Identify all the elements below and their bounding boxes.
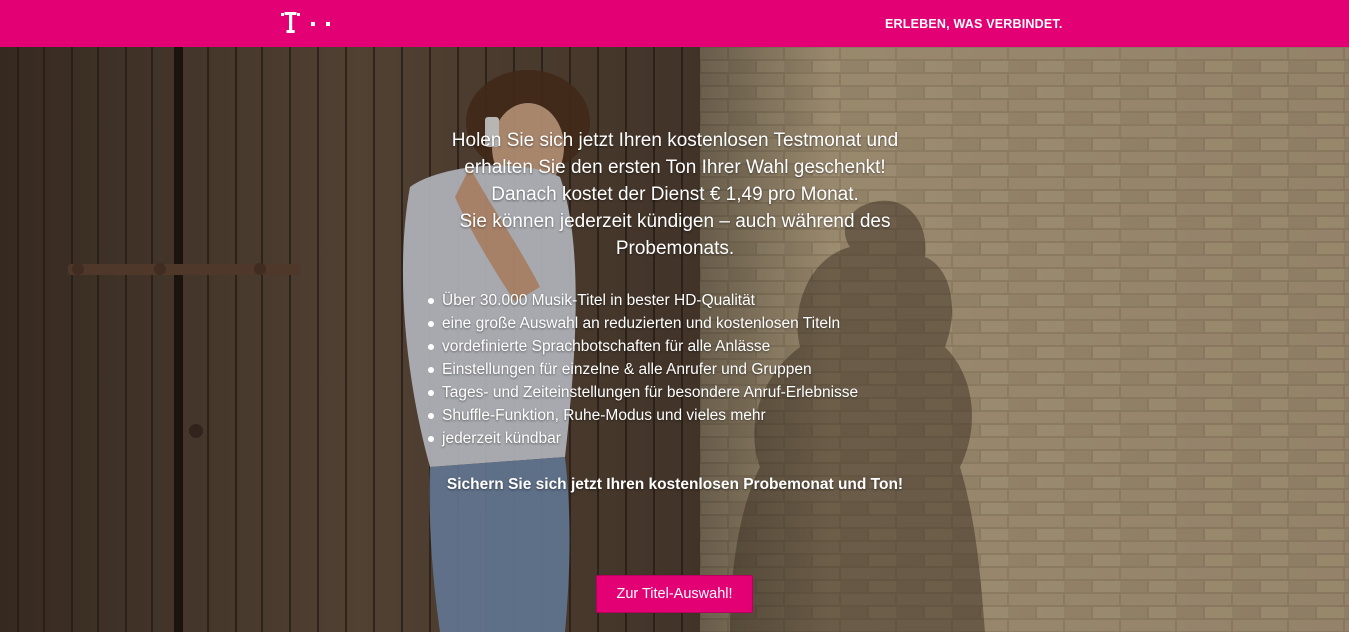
- landing-page: ERLEBEN, WAS VERBINDET. Holen Sie sich j…: [0, 0, 1349, 632]
- headline-line: Sie können jederzeit kündigen – auch wäh…: [459, 211, 891, 232]
- feature-list-item: Über 30.000 Musik-Titel in bester HD-Qua…: [428, 289, 970, 312]
- cta-text: Sichern Sie sich jetzt Ihren kostenlosen…: [446, 476, 904, 493]
- hero-headline: Holen Sie sich jetzt Ihren kostenlosen T…: [380, 127, 970, 262]
- feature-list-item: Tages- und Zeiteinstellungen für besonde…: [428, 381, 970, 404]
- header-bar: ERLEBEN, WAS VERBINDET.: [0, 0, 1349, 47]
- headline-line: Holen Sie sich jetzt Ihren kostenlosen T…: [451, 130, 899, 151]
- title-selection-button[interactable]: Zur Titel-Auswahl!: [596, 575, 753, 613]
- headline-line: Danach kostet der Dienst € 1,49 pro Mona…: [491, 184, 859, 205]
- feature-list-item: vordefinierte Sprachbotschaften für alle…: [428, 335, 970, 358]
- feature-list-item: Einstellungen für einzelne & alle Anrufe…: [428, 358, 970, 381]
- brand-tagline: ERLEBEN, WAS VERBINDET.: [885, 17, 1063, 31]
- feature-list: Über 30.000 Musik-Titel in bester HD-Qua…: [428, 289, 970, 450]
- feature-list-item: Shuffle-Funktion, Ruhe-Modus und vieles …: [428, 404, 970, 427]
- headline-line: Probemonats.: [615, 238, 735, 259]
- headline-line: erhalten Sie den ersten Ton Ihrer Wahl g…: [464, 157, 886, 178]
- feature-list-item: eine große Auswahl an reduzierten und ko…: [428, 312, 970, 335]
- feature-list-item: jederzeit kündbar: [428, 427, 970, 450]
- telekom-t-logo-icon[interactable]: [281, 12, 333, 34]
- hero-content: Holen Sie sich jetzt Ihren kostenlosen T…: [380, 127, 970, 494]
